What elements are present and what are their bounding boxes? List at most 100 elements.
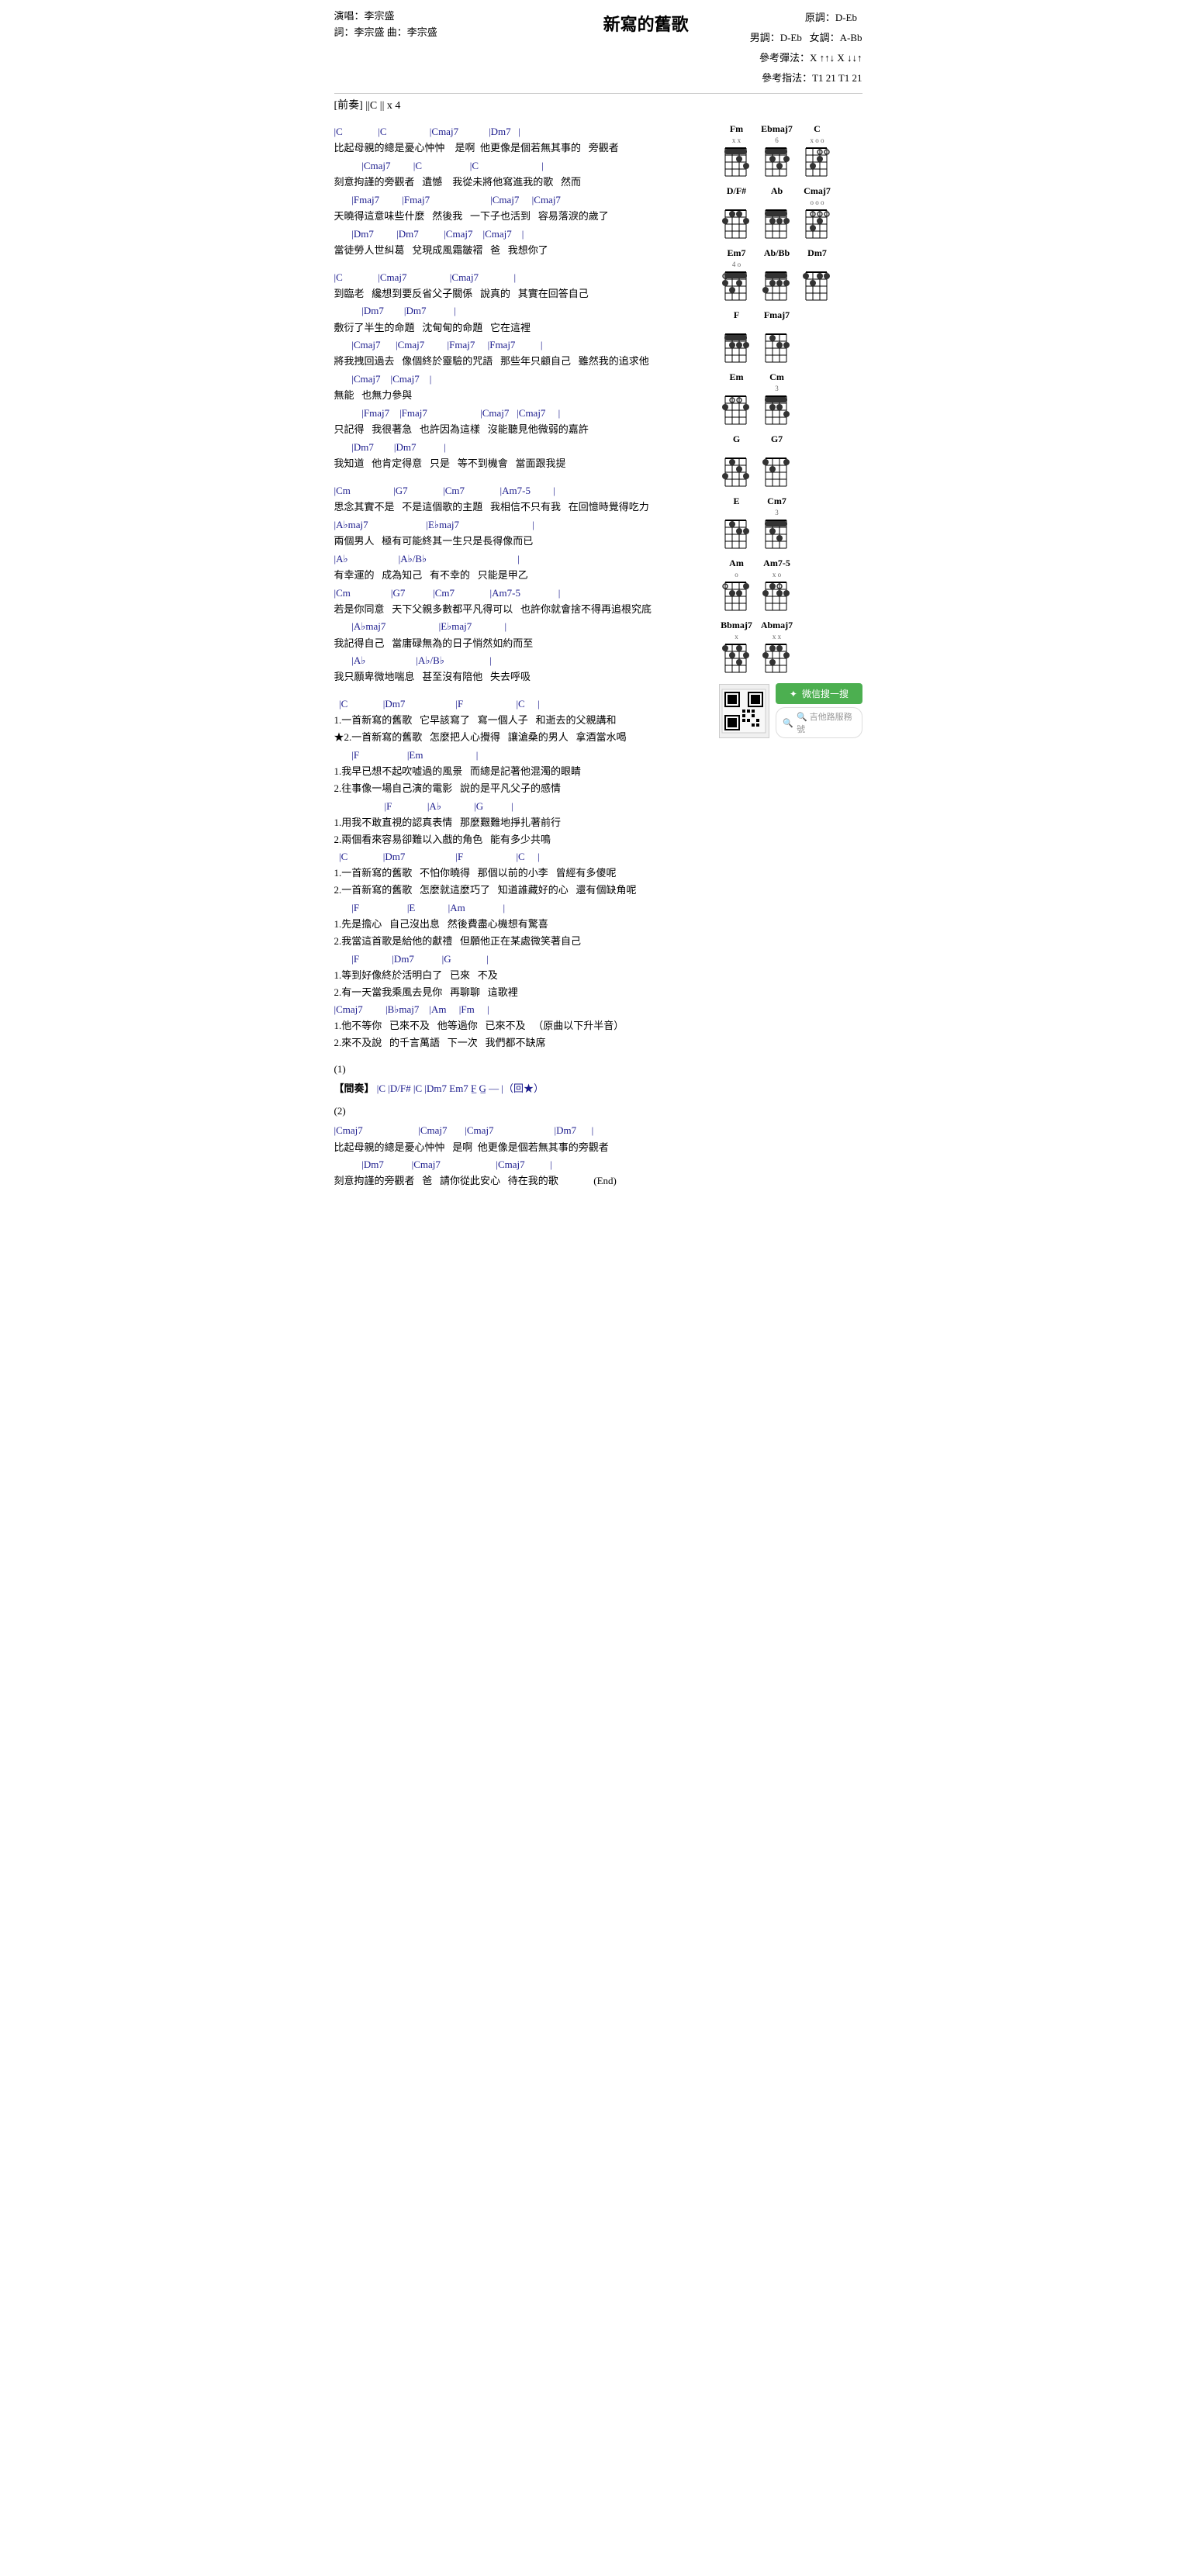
singer: 演唱：李宗盛 xyxy=(334,10,395,22)
wechat-search-input[interactable]: 🔍 🔍 吉他路服務號 xyxy=(776,707,862,738)
wechat-placeholder: 🔍 吉他路服務號 xyxy=(797,710,855,735)
chord-diagram-em xyxy=(719,393,755,427)
chord-diagram-c xyxy=(800,145,835,179)
lyric-line: 將我拽回過去 像個終於靈驗的咒語 那些年只顧自己 雖然我的追求他 xyxy=(334,354,711,370)
lyric-line: 有幸運的 成為知己 有不幸的 只能是甲乙 xyxy=(334,568,711,584)
qr-section: ✦ 微信搜一搜 🔍 🔍 吉他路服務號 xyxy=(719,683,862,738)
chord-g7: G7 xyxy=(759,433,795,489)
chord-cmaj7: Cmaj7 o o o xyxy=(800,185,835,241)
chord-line: |F |E |Am | xyxy=(334,900,711,917)
chord-em: Em xyxy=(719,371,755,427)
chord-line: |C |Dm7 |F |C | xyxy=(334,696,711,713)
lyric-line: 無能 也無力參與 xyxy=(334,388,711,404)
lyric-line: 刻意拘謹的旁觀者 遺憾 我從未將他寫進我的歌 然而 xyxy=(334,174,711,191)
chord-diagram-fm xyxy=(719,145,755,179)
chord-line: |Dm7 |Dm7 | xyxy=(334,439,711,456)
chord-diagram-am xyxy=(719,579,755,613)
wechat-search-button[interactable]: ✦ 微信搜一搜 xyxy=(776,683,862,704)
chord-diagrams: Fm x x xyxy=(719,123,862,1190)
chord-bbmaj7: Bbmaj7 x xyxy=(719,620,755,675)
coda2: (2) xyxy=(334,1103,711,1120)
chord-line: |Cmaj7 |Cmaj7 | xyxy=(334,371,711,388)
chord-line: |Fmaj7 |Fmaj7 |Cmaj7 |Cmaj7 | xyxy=(334,405,711,422)
lyric-line: 1.我早已想不起吹嘘過的風景 而總是記著他混濁的眼睛 xyxy=(334,764,711,780)
chord-diagram-g7 xyxy=(759,455,795,489)
chord-line: |Cmaj7 |C |C | xyxy=(334,157,711,174)
chord-line: |Cm |G7 |Cm7 |Am7-5 | xyxy=(334,482,711,499)
prelude: [前奏] ||C || x 4 xyxy=(334,93,862,116)
chord-diagram-abmaj7 xyxy=(759,641,795,675)
qr-svg xyxy=(721,688,767,734)
chord-em7: Em7 4 o xyxy=(719,247,755,303)
lyric-line: 2.來不及說 的千言萬語 下一次 我們都不缺席 xyxy=(334,1035,711,1051)
lyric-line: 我只願卑微地喘息 甚至沒有陪他 失去呼吸 xyxy=(334,669,711,685)
original-key: 原調：D-Eb xyxy=(750,8,862,28)
chord-e: E xyxy=(719,496,755,551)
chord-g: G xyxy=(719,433,755,489)
chord-line: |C |Dm7 |F |C | xyxy=(334,848,711,865)
chord-diagram-cm7 xyxy=(759,517,795,551)
qr-code xyxy=(719,684,770,738)
song-title: 新寫的舊歌 xyxy=(542,8,750,36)
lyric-line: 到臨老 纔想到要反省父子關係 說真的 其實在回答自己 xyxy=(334,286,711,302)
writer-info: 詞：李宗盛 曲：李宗盛 xyxy=(334,24,542,39)
chord-line: |C |C |Cmaj7 |Dm7 | xyxy=(334,123,711,140)
lyric-line: 刻意拘謹的旁觀者 爸 請你從此安心 待在我的歌 (End) xyxy=(334,1173,711,1190)
lyric-line: 我知道 他肯定得意 只是 等不到機會 當面跟我提 xyxy=(334,456,711,472)
ref-method: 參考彈法：X ↑↑↓ X ↓↓↑ xyxy=(750,48,862,68)
chord-line: |Dm7 |Cmaj7 |Cmaj7 | xyxy=(334,1156,711,1173)
chord-cm: Cm 3 xyxy=(759,371,795,427)
lyrics-section: |C |C |Cmaj7 |Dm7 | 比起母親的總是憂心忡忡 是啊 他更像是個… xyxy=(334,123,711,1190)
chord-diagram-cm xyxy=(759,393,795,427)
chord-abbb: Ab/Bb xyxy=(759,247,795,303)
lyric-line: 2.我當這首歌是給他的獻禮 但願他正在某處微笑著自己 xyxy=(334,934,711,950)
chord-ebmaj7: Ebmaj7 6 xyxy=(759,123,795,179)
lyric-line: 敷衍了半生的命題 沈甸甸的命題 它在這裡 xyxy=(334,320,711,337)
chord-f: F xyxy=(719,309,755,365)
chord-diagram-ebmaj7 xyxy=(759,145,795,179)
lyric-line: 只記得 我很著急 也許因為這樣 沒能聽見他微弱的嘉許 xyxy=(334,422,711,438)
chord-line: |A♭ |A♭/B♭ | xyxy=(334,652,711,669)
chord-diagram-f xyxy=(719,331,755,365)
chord-fm: Fm x x xyxy=(719,123,755,179)
lyric-line: 天曉得這意味些什麼 然後我 一下子也活到 容易落淚的歲了 xyxy=(334,209,711,225)
chord-diagram-e xyxy=(719,517,755,551)
lyric-line: 2.兩個看來容易卻難以入戲的角色 能有多少共鳴 xyxy=(334,832,711,848)
wechat-label: 微信搜一搜 xyxy=(802,689,849,699)
chord-line: |Cm |G7 |Cm7 |Am7-5 | xyxy=(334,585,711,602)
chord-abmaj7: Abmaj7 x x xyxy=(759,620,795,675)
chord-line: |Cmaj7 |Cmaj7 |Fmaj7 |Fmaj7 | xyxy=(334,337,711,354)
chord-line: |F |Dm7 |G | xyxy=(334,951,711,968)
chord-line: |A♭maj7 |E♭maj7 | xyxy=(334,618,711,635)
chord-line: |Fmaj7 |Fmaj7 |Cmaj7 |Cmaj7 xyxy=(334,192,711,209)
lyric-line: 1.一首新寫的舊歌 不怕你曉得 那個以前的小李 曾經有多傻呢 xyxy=(334,865,711,882)
lyric-line: ★2.一首新寫的舊歌 怎麼把人心攪得 讓滄桑的男人 拿酒當水喝 xyxy=(334,730,711,746)
chord-c: C x o o xyxy=(800,123,835,179)
lyric-line: 2.往事像一場自己演的電影 說的是平凡父子的感情 xyxy=(334,781,711,797)
chord-line: |A♭maj7 |E♭maj7 | xyxy=(334,516,711,534)
lyric-line: 比起母親的總是憂心忡忡 是啊 他更像是個若無其事的旁觀者 xyxy=(334,1140,711,1156)
chord-diagram-dm7 xyxy=(800,269,835,303)
chord-fmaj7: Fmaj7 xyxy=(759,309,795,365)
interlude-block: 【間奏】 |C |D/F# |C |Dm7 Em7 F̲ G̲ — |（回★） xyxy=(334,1081,711,1097)
chord-ab: Ab xyxy=(759,185,795,241)
lyric-line: 2.一首新寫的舊歌 怎麼就這麼巧了 知道誰藏好的心 還有個缺角呢 xyxy=(334,882,711,899)
chord-diagram-bbmaj7 xyxy=(719,641,755,675)
lyric-line: 比起母親的總是憂心忡忡 是啊 他更像是個若無其事的 旁觀者 xyxy=(334,140,711,157)
chord-diagram-cmaj7 xyxy=(800,207,835,241)
lyric-line: 若是你同意 天下父親多數都平凡得可以 也許你就會捨不得再追根究底 xyxy=(334,602,711,618)
chord-line: |A♭ |A♭/B♭ | xyxy=(334,551,711,568)
lyric-line: 1.用我不敢直視的認真表情 那麼艱難地掙扎著前行 xyxy=(334,815,711,831)
chord-line: |C |Cmaj7 |Cmaj7 | xyxy=(334,269,711,286)
lyric-line: 1.等到好像終於活明白了 已來 不及 xyxy=(334,968,711,984)
ref-finger: 參考指法：T1 21 T1 21 xyxy=(750,68,862,88)
chord-line: |F |A♭ |G | xyxy=(334,798,711,815)
chord-line: |Dm7 |Dm7 | xyxy=(334,302,711,319)
chord-diagram-am75 xyxy=(759,579,795,613)
lyric-line: 1.他不等你 已來不及 他等過你 已來不及 （原曲以下升半音） xyxy=(334,1018,711,1034)
chord-line: |Cmaj7 |B♭maj7 |Am |Fm | xyxy=(334,1001,711,1018)
chord-am7-5: Am7-5 x o xyxy=(759,558,795,613)
chord-diagram-em7 xyxy=(719,269,755,303)
singer-info: 演唱：李宗盛 xyxy=(334,8,542,22)
chord-diagram-fmaj7 xyxy=(759,331,795,365)
